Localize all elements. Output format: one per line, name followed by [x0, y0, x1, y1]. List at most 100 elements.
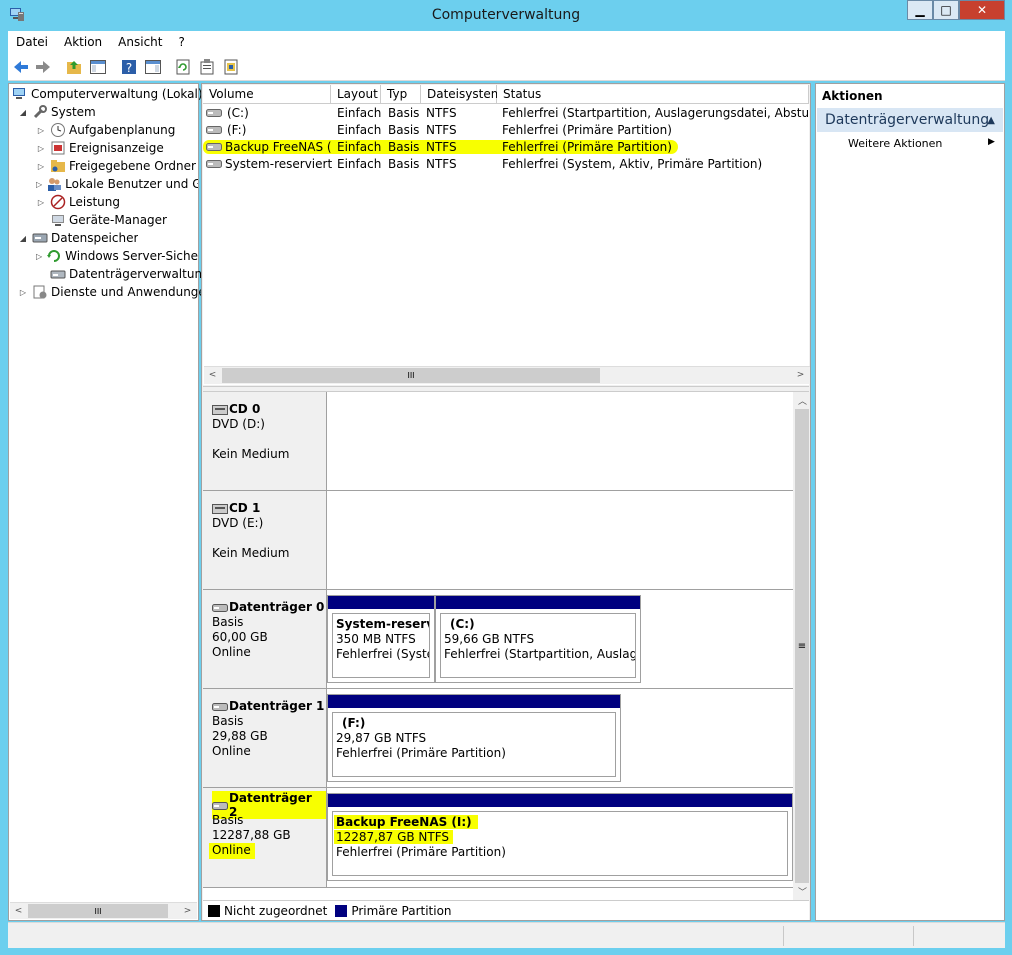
partition-system-reserviert[interactable]: System-reservie 350 MB NTFS Fehlerfrei (… — [327, 595, 435, 683]
menu-help[interactable]: ? — [170, 35, 192, 49]
volume-name: (C:) — [227, 106, 249, 120]
column-volume[interactable]: Volume — [203, 85, 331, 104]
tree-item-datenspeicher[interactable]: ◢ Datenspeicher — [18, 229, 138, 247]
volume-row-f[interactable]: (F:) Einfach Basis NTFS Fehlerfrei (Prim… — [203, 122, 809, 139]
scroll-left-icon[interactable]: < — [10, 903, 27, 919]
volume-row-backup-freenas[interactable]: Backup FreeNAS (I:) Einfach Basis NTFS F… — [203, 139, 809, 156]
scroll-thumb[interactable]: III — [222, 368, 600, 383]
disk-row-datentraeger-1[interactable]: Datenträger 1 Basis 29,88 GB Online (F:)… — [203, 689, 793, 788]
expand-icon[interactable]: ▷ — [36, 180, 42, 189]
scroll-right-icon[interactable]: > — [179, 903, 196, 919]
weitere-aktionen-link[interactable]: Weitere Aktionen — [848, 137, 942, 150]
partition-size: 350 MB NTFS — [336, 632, 416, 646]
partition-name: Backup FreeNAS (I:) — [334, 815, 478, 829]
toolbar: ? — [8, 53, 1005, 81]
column-status[interactable]: Status — [497, 85, 809, 104]
performance-icon — [50, 194, 66, 210]
expand-icon[interactable]: ▷ — [36, 126, 46, 135]
disk-row-cd1[interactable]: CD 1 DVD (E:) Kein Medium — [203, 491, 793, 590]
expand-icon[interactable]: ▷ — [36, 252, 42, 261]
volume-name: Backup FreeNAS (I:) — [225, 140, 344, 154]
disk-info: CD 0 DVD (D:) Kein Medium — [203, 392, 327, 490]
column-typ[interactable]: Typ — [381, 85, 421, 104]
services-icon — [32, 284, 48, 300]
scroll-down-icon[interactable]: ﹀ — [794, 883, 811, 899]
expand-icon[interactable]: ▷ — [36, 198, 46, 207]
partition-name: (F:) — [342, 716, 366, 730]
close-button[interactable]: ✕ — [959, 0, 1005, 20]
help-icon[interactable]: ? — [119, 57, 139, 77]
up-folder-icon[interactable] — [64, 57, 84, 77]
disk-row-datentraeger-2[interactable]: Datenträger 2 Basis 12287,88 GB Online B… — [203, 788, 793, 888]
partition-bar — [328, 596, 434, 609]
export-icon[interactable] — [221, 57, 241, 77]
actions-section-datentraegerverwaltung[interactable]: Datenträgerverwaltung ▲ — [817, 108, 1003, 132]
menu-aktion[interactable]: Aktion — [56, 35, 110, 49]
expand-icon[interactable]: ▷ — [18, 288, 28, 297]
volume-layout: Einfach — [337, 123, 382, 137]
tree-item-computerverwaltung[interactable]: Computerverwaltung (Lokal) — [12, 85, 203, 103]
tree-item-dienste-und-anwendungen[interactable]: ▷ Dienste und Anwendungen — [18, 283, 214, 301]
expand-icon[interactable]: ▷ — [36, 162, 46, 171]
partition-status: Fehlerfrei (Primäre Partition) — [336, 746, 506, 760]
expand-icon[interactable]: ▷ — [36, 144, 46, 153]
minimize-button[interactable]: ▁ — [907, 0, 933, 20]
tree-horizontal-scrollbar[interactable]: < III > — [10, 902, 197, 919]
menu-ansicht[interactable]: Ansicht — [110, 35, 170, 49]
disk-vertical-scrollbar[interactable]: ︿ ≡ ﹀ — [794, 392, 810, 900]
tree-item-freigegebene-ordner[interactable]: ▷ Freigegebene Ordner — [36, 157, 196, 175]
partition-status: Fehlerfrei (System — [336, 647, 429, 661]
show-hide-action-pane-icon[interactable] — [143, 57, 163, 77]
partition-backup-freenas[interactable]: Backup FreeNAS (I:) 12287,87 GB NTFS Feh… — [327, 793, 793, 881]
collapse-up-icon[interactable]: ▲ — [987, 115, 995, 126]
tree-label: Datenspeicher — [51, 231, 139, 245]
computer-management-icon — [12, 86, 28, 102]
properties-icon[interactable] — [197, 57, 217, 77]
tree-label: Aufgabenplanung — [69, 123, 176, 137]
disk-row-datentraeger-0[interactable]: Datenträger 0 Basis 60,00 GB Online Syst… — [203, 590, 793, 689]
scroll-left-icon[interactable]: < — [204, 367, 221, 383]
tree-item-windows-server-sicherung[interactable]: ▷ Windows Server-Sicherung — [36, 247, 198, 265]
show-hide-tree-icon[interactable] — [88, 57, 108, 77]
volume-layout: Einfach — [337, 157, 382, 171]
title-bar[interactable]: Computerverwaltung ▁ □ ✕ — [0, 0, 1012, 30]
collapse-icon[interactable]: ◢ — [18, 108, 28, 117]
legend-unallocated: Nicht zugeordnet — [224, 903, 328, 918]
partition-f[interactable]: (F:) 29,87 GB NTFS Fehlerfrei (Primäre P… — [327, 694, 621, 782]
tree-item-lokale-benutzer[interactable]: ▷ Lokale Benutzer und Gruppen — [36, 175, 198, 193]
menu-datei[interactable]: Datei — [8, 35, 56, 49]
weitere-aktionen-label: Weitere Aktionen — [848, 137, 943, 150]
column-layout[interactable]: Layout — [331, 85, 381, 104]
volume-typ: Basis — [388, 123, 420, 137]
scroll-up-icon[interactable]: ︿ — [794, 392, 811, 408]
navigation-tree: Computerverwaltung (Lokal) ◢ System ▷ Au… — [8, 83, 213, 921]
tree-item-aufgabenplanung[interactable]: ▷ Aufgabenplanung — [36, 121, 175, 139]
tree-label: Datenträgerverwaltung — [69, 267, 210, 281]
back-icon[interactable] — [11, 57, 31, 77]
tree-item-datentraegerverwaltung[interactable]: Datenträgerverwaltung — [36, 265, 210, 283]
tree-item-leistung[interactable]: ▷ Leistung — [36, 193, 120, 211]
volume-layout: Einfach — [337, 106, 382, 120]
scroll-thumb[interactable]: ≡ — [795, 409, 809, 883]
maximize-button[interactable]: □ — [933, 0, 959, 20]
volume-row-c[interactable]: (C:) Einfach Basis NTFS Fehlerfrei (Star… — [203, 105, 809, 122]
scroll-right-icon[interactable]: > — [792, 367, 809, 383]
partition-status: Fehlerfrei (Primäre Partition) — [336, 845, 506, 859]
tree-label: System — [51, 105, 96, 119]
tree-item-system[interactable]: ◢ System — [18, 103, 96, 121]
scroll-thumb[interactable]: III — [28, 904, 168, 918]
partition-c[interactable]: (C:) 59,66 GB NTFS Fehlerfrei (Startpart… — [435, 595, 641, 683]
tree-item-geraete-manager[interactable]: Geräte-Manager — [36, 211, 167, 229]
forward-icon[interactable] — [33, 57, 53, 77]
column-dateisystem[interactable]: Dateisystem — [421, 85, 502, 104]
disk-name: CD 0 — [229, 402, 261, 416]
disk-row-cd0[interactable]: CD 0 DVD (D:) Kein Medium — [203, 392, 793, 491]
disk-icon — [212, 801, 228, 810]
tree-item-ereignisanzeige[interactable]: ▷ Ereignisanzeige — [36, 139, 164, 157]
volume-row-system-reserviert[interactable]: System-reserviert Einfach Basis NTFS Feh… — [203, 156, 809, 173]
volume-horizontal-scrollbar[interactable]: < III > — [204, 366, 810, 384]
tree-label: Freigegebene Ordner — [69, 159, 196, 173]
collapse-icon[interactable]: ◢ — [18, 234, 28, 243]
status-segment — [783, 926, 913, 946]
refresh-icon[interactable] — [173, 57, 193, 77]
